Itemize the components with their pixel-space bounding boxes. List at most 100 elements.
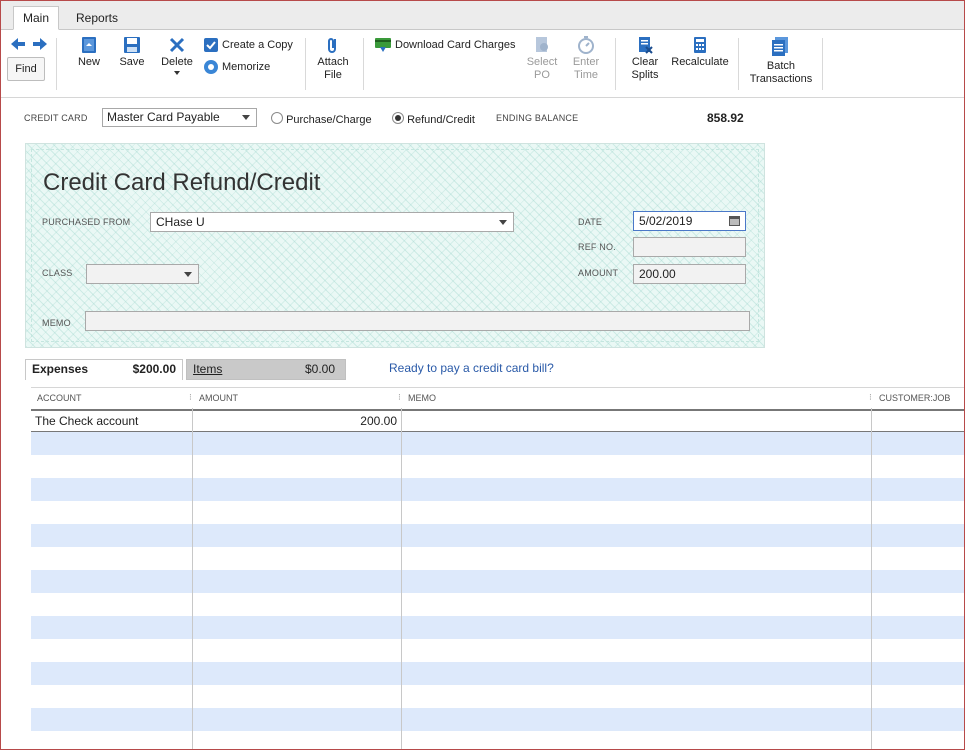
empty-grid-row[interactable] xyxy=(31,547,964,570)
save-icon xyxy=(124,37,140,53)
empty-grid-row[interactable] xyxy=(31,524,964,547)
memorize-button[interactable]: Memorize xyxy=(203,59,270,75)
header-customer-job[interactable]: CUSTOMER:JOB xyxy=(879,393,950,403)
column-divider: ⁝ xyxy=(869,392,872,402)
clear-splits-label-1: Clear xyxy=(631,56,659,68)
batch-transactions-icon xyxy=(772,37,788,56)
memo-label: MEMO xyxy=(42,318,71,328)
clear-splits-button[interactable]: Clear Splits xyxy=(627,36,663,82)
delete-button[interactable]: Delete xyxy=(159,36,195,75)
create-copy-label: Create a Copy xyxy=(222,39,293,51)
expenses-tab-total: $200.00 xyxy=(132,362,176,376)
credit-card-account-select[interactable]: Master Card Payable xyxy=(102,108,257,127)
enter-time-label-1: Enter xyxy=(572,56,600,68)
refund-credit-form: Credit Card Refund/Credit PURCHASED FROM… xyxy=(25,143,765,348)
credit-card-label: CREDIT CARD xyxy=(24,113,88,123)
ending-balance-value: 858.92 xyxy=(707,111,744,125)
toolbar-separator xyxy=(363,38,364,90)
batch-label-1: Batch xyxy=(766,60,796,72)
calendar-icon[interactable] xyxy=(729,216,740,226)
delete-label: Delete xyxy=(161,56,193,68)
download-card-icon xyxy=(375,38,391,52)
header-memo[interactable]: MEMO xyxy=(408,393,436,403)
toolbar-separator xyxy=(615,38,616,90)
radio-icon xyxy=(271,112,283,124)
download-card-charges-label: Download Card Charges xyxy=(395,39,516,51)
toolbar-separator xyxy=(738,38,739,90)
batch-transactions-button[interactable]: Batch Transactions xyxy=(745,36,817,86)
refund-credit-radio[interactable]: Refund/Credit xyxy=(392,112,475,126)
new-button[interactable]: New xyxy=(73,36,105,69)
empty-grid-row[interactable] xyxy=(31,570,964,593)
window: Main Reports Find New Save Delete Create… xyxy=(0,0,965,750)
recalculate-label: Recalculate xyxy=(671,56,729,68)
empty-grid-row[interactable] xyxy=(31,685,964,708)
empty-grid-row[interactable] xyxy=(31,616,964,639)
toolbar-separator xyxy=(56,38,57,90)
attach-file-button[interactable]: Attach File xyxy=(315,36,351,82)
previous-arrow-icon[interactable] xyxy=(11,38,25,50)
expenses-tab-label: Expenses xyxy=(32,362,89,376)
row-amount[interactable]: 200.00 xyxy=(193,414,397,428)
chevron-down-icon xyxy=(174,71,180,75)
empty-grid-row[interactable] xyxy=(31,478,964,501)
column-divider: ⁝ xyxy=(189,392,192,402)
select-po-label-1: Select xyxy=(526,56,558,68)
class-label: CLASS xyxy=(42,268,73,278)
find-button[interactable]: Find xyxy=(7,57,45,81)
column-line xyxy=(871,408,872,749)
empty-grid-row[interactable] xyxy=(31,662,964,685)
amount-field[interactable]: 200.00 xyxy=(633,264,746,284)
enter-time-button[interactable]: Enter Time xyxy=(569,36,603,82)
empty-grid-row[interactable] xyxy=(31,501,964,524)
purchased-from-select[interactable]: CHase U xyxy=(150,212,514,232)
save-button[interactable]: Save xyxy=(116,36,148,69)
purchased-from-label: PURCHASED FROM xyxy=(42,217,131,227)
tab-reports[interactable]: Reports xyxy=(67,7,127,29)
empty-grid-row[interactable] xyxy=(31,639,964,662)
select-po-button[interactable]: Select PO xyxy=(525,36,559,82)
attach-file-label-2: File xyxy=(324,69,342,81)
empty-grid-row[interactable] xyxy=(31,731,964,749)
download-card-charges-button[interactable]: Download Card Charges xyxy=(374,37,515,53)
ending-balance-label: ENDING BALANCE xyxy=(496,113,579,123)
empty-grid-row[interactable] xyxy=(31,593,964,616)
class-select[interactable] xyxy=(86,264,199,284)
ref-no-field[interactable] xyxy=(633,237,746,257)
pay-credit-card-bill-link[interactable]: Ready to pay a credit card bill? xyxy=(389,361,554,375)
tab-items[interactable]: Items $0.00 xyxy=(186,359,346,380)
amount-label: AMOUNT xyxy=(578,268,619,278)
amount-value: 200.00 xyxy=(639,267,676,281)
date-field[interactable]: 5/02/2019 xyxy=(633,211,746,231)
credit-card-account-value: Master Card Payable xyxy=(107,110,220,124)
table-row[interactable]: The Check account 200.00 xyxy=(31,409,964,432)
purchase-charge-radio[interactable]: Purchase/Charge xyxy=(271,112,372,126)
clear-splits-icon xyxy=(639,37,653,54)
enter-time-label-2: Time xyxy=(573,69,599,81)
form-title: Credit Card Refund/Credit xyxy=(43,169,321,196)
empty-grid-row[interactable] xyxy=(31,708,964,731)
recalculate-button[interactable]: Recalculate xyxy=(669,36,731,69)
tab-expenses[interactable]: Expenses $200.00 xyxy=(25,359,183,380)
empty-grid-row[interactable] xyxy=(31,455,964,478)
row-account[interactable]: The Check account xyxy=(35,414,138,428)
memo-field[interactable] xyxy=(85,311,750,331)
empty-grid-row[interactable] xyxy=(31,432,964,455)
stopwatch-icon xyxy=(578,36,594,54)
chevron-down-icon xyxy=(184,272,192,277)
next-arrow-icon[interactable] xyxy=(33,38,47,50)
copy-icon xyxy=(204,38,218,52)
refund-credit-label: Refund/Credit xyxy=(407,114,475,126)
create-copy-button[interactable]: Create a Copy xyxy=(203,37,293,53)
attach-file-label-1: Attach xyxy=(317,56,349,68)
chevron-down-icon xyxy=(499,220,507,225)
header-account[interactable]: ACCOUNT xyxy=(37,393,82,403)
toolbar: Find New Save Delete Create a Copy Memor… xyxy=(1,30,964,98)
tab-main[interactable]: Main xyxy=(13,6,60,30)
paperclip-icon xyxy=(328,38,336,53)
column-line xyxy=(192,408,193,749)
purchase-charge-label: Purchase/Charge xyxy=(286,114,372,126)
header-amount[interactable]: AMOUNT xyxy=(199,393,238,403)
ribbon-tabbar: Main Reports xyxy=(1,1,964,30)
radio-selected-icon xyxy=(392,112,404,124)
